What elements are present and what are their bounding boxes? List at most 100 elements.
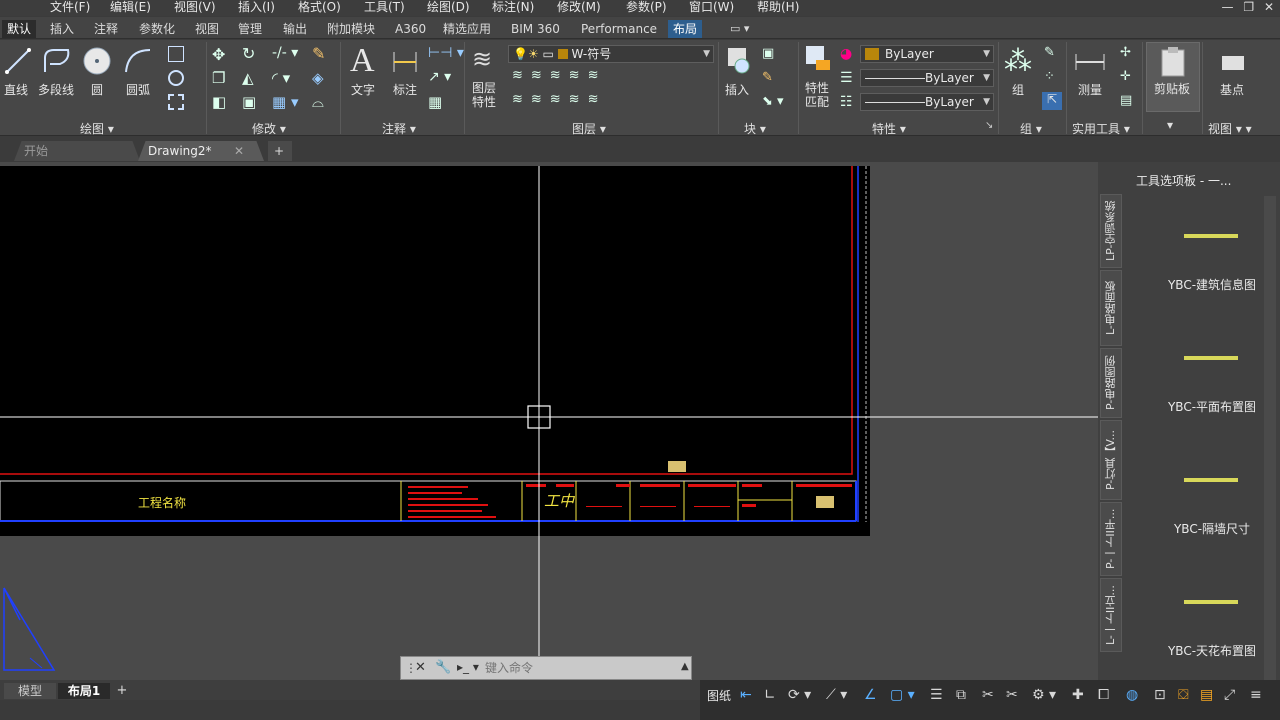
customization-menu-icon[interactable]: ≡: [1250, 687, 1262, 703]
menu-draw[interactable]: 绘图(D): [427, 0, 470, 14]
new-tab-button[interactable]: +: [268, 141, 292, 161]
group-edit-icon[interactable]: ⁘: [1044, 69, 1055, 84]
paper-space-toggle[interactable]: 图纸: [707, 687, 731, 704]
stretch-icon[interactable]: ◧: [212, 93, 226, 111]
workspace-toggle-icon[interactable]: ▭ ▾: [730, 20, 749, 38]
lineweight-dropdown[interactable]: ByLayer ▼: [860, 93, 994, 111]
minimize-icon[interactable]: —: [1222, 0, 1234, 14]
menu-window[interactable]: 窗口(W): [689, 0, 734, 14]
block-attributes-icon[interactable]: ⬊ ▾: [762, 94, 784, 109]
ungroup-icon[interactable]: ✎: [1044, 45, 1055, 60]
tab-performance[interactable]: Performance: [581, 20, 657, 38]
measure-button[interactable]: 测量: [1078, 81, 1102, 98]
menu-help[interactable]: 帮助(H): [757, 0, 799, 14]
move-icon[interactable]: ✥: [212, 45, 225, 64]
close-command-icon[interactable]: ✕: [415, 660, 426, 675]
tab-addins[interactable]: 附加模块: [327, 20, 375, 38]
match-properties-button[interactable]: 特性 匹配: [805, 81, 829, 109]
annotation-scale-icon[interactable]: ✂: [982, 687, 994, 703]
palette-thumb-building-info[interactable]: [1184, 234, 1238, 238]
circle-icon[interactable]: [82, 46, 112, 76]
arc-icon[interactable]: [122, 46, 154, 76]
tab-default[interactable]: 默认: [2, 20, 37, 38]
tab-parametric[interactable]: 参数化: [139, 20, 175, 38]
palette-item-building-info[interactable]: YBC-建筑信息图: [1154, 278, 1270, 292]
restore-icon[interactable]: ❐: [1243, 0, 1254, 14]
object-snap-tracking-icon[interactable]: ∠: [864, 687, 877, 703]
layers-panel-title[interactable]: 图层 ▾: [572, 120, 606, 137]
trim-icon[interactable]: -/- ▾: [272, 45, 298, 61]
customize-icon[interactable]: 🔧: [435, 660, 451, 675]
ortho-icon[interactable]: ∟: [764, 687, 776, 703]
linetype-icon[interactable]: ☷: [840, 94, 853, 110]
menu-format[interactable]: 格式(O): [298, 0, 341, 14]
palette-scrollbar[interactable]: [1264, 196, 1276, 680]
fullscreen-icon[interactable]: ⤢: [1224, 687, 1235, 703]
tab-annotate[interactable]: 注释: [94, 20, 118, 38]
menu-view[interactable]: 视图(V): [174, 0, 216, 14]
tab-layout1[interactable]: 布局1: [58, 683, 110, 699]
dimension-button[interactable]: 标注: [393, 81, 417, 98]
tab-bim360[interactable]: BIM 360: [511, 20, 560, 38]
base-view-icon[interactable]: [1218, 50, 1248, 74]
array-icon[interactable]: ▦ ▾: [272, 93, 298, 111]
block-panel-title[interactable]: 块 ▾: [744, 120, 766, 137]
linetype-dropdown[interactable]: ByLayer ▼: [860, 69, 994, 87]
fillet-icon[interactable]: ◜ ▾: [272, 69, 290, 87]
snap-grid-icon[interactable]: ⇤: [740, 687, 752, 703]
menu-file[interactable]: 文件(F): [50, 0, 90, 14]
clipboard-icon[interactable]: [1158, 46, 1188, 78]
palette-tab-lamps[interactable]: P-灯具【V...: [1100, 420, 1122, 500]
palette-tab-plan[interactable]: P-一卜II平...: [1100, 502, 1122, 576]
hatch-icon[interactable]: [168, 70, 184, 86]
lineweight-icon[interactable]: ☰: [840, 70, 853, 86]
utilities-panel-title[interactable]: 实用工具 ▾: [1072, 120, 1130, 137]
new-layout-button[interactable]: +: [114, 683, 130, 699]
palette-tab-elevation[interactable]: L-一卜II立...: [1100, 578, 1122, 652]
calculator-icon[interactable]: ▤: [1120, 93, 1132, 108]
object-snap-icon[interactable]: ▢ ▾: [890, 687, 915, 703]
rectangle-icon[interactable]: [168, 46, 184, 62]
draw-panel-title[interactable]: 绘图 ▾: [80, 120, 114, 137]
color-dropdown[interactable]: ByLayer ▼: [860, 45, 994, 63]
workspace-gear-icon[interactable]: ⚙ ▾: [1032, 687, 1056, 703]
table-icon[interactable]: ▦: [428, 93, 442, 111]
command-history-icon[interactable]: ▲: [681, 661, 689, 672]
clean-screen-folder-icon[interactable]: ▤: [1200, 687, 1213, 703]
leader-icon[interactable]: ↗ ▾: [428, 69, 451, 85]
match-properties-icon[interactable]: [804, 44, 832, 76]
dimension-icon[interactable]: [390, 48, 420, 76]
text-icon[interactable]: A: [350, 42, 375, 80]
menu-dimension[interactable]: 标注(N): [492, 0, 534, 14]
circle-button[interactable]: 圆: [91, 81, 103, 98]
tab-model[interactable]: 模型: [4, 683, 56, 699]
tab-featured-apps[interactable]: 精选应用: [443, 20, 491, 38]
isolate-objects-icon[interactable]: ◍: [1126, 687, 1138, 703]
group-select-icon[interactable]: ⇱: [1042, 92, 1062, 110]
layer-tools-row1-icon[interactable]: ≋≋≋≋≋: [512, 68, 606, 83]
command-input[interactable]: [485, 659, 665, 677]
menu-edit[interactable]: 编辑(E): [110, 0, 151, 14]
insert-block-icon[interactable]: [724, 44, 752, 76]
line-icon[interactable]: [4, 46, 32, 76]
boundary-icon[interactable]: [168, 94, 184, 110]
polyline-button[interactable]: 多段线: [38, 81, 74, 98]
properties-panel-title[interactable]: 特性 ▾: [872, 120, 906, 137]
tab-output[interactable]: 输出: [283, 20, 307, 38]
graphics-performance-icon[interactable]: ⊡: [1154, 687, 1166, 703]
copy-icon[interactable]: ❐: [212, 69, 225, 87]
create-block-icon[interactable]: ▣: [762, 46, 774, 61]
layer-dropdown[interactable]: 💡☀ ▭ W-符号 ▼: [508, 45, 714, 63]
tab-a360[interactable]: A360: [395, 20, 426, 38]
tab-layout[interactable]: 布局: [668, 20, 703, 38]
menu-parametric[interactable]: 参数(P): [626, 0, 667, 14]
hardware-accel-icon[interactable]: ⛋: [1178, 687, 1189, 703]
palette-tab-circuit-legend[interactable]: P-电路图例: [1100, 348, 1122, 418]
palette-tab-circuit-panel[interactable]: L-电路面板: [1100, 270, 1122, 346]
rotate-icon[interactable]: ↻: [242, 44, 255, 63]
measure-icon[interactable]: [1074, 50, 1106, 74]
menu-modify[interactable]: 修改(M): [557, 0, 601, 14]
point-icon[interactable]: ✛: [1120, 69, 1131, 84]
clipboard-expand-icon[interactable]: ▾: [1167, 118, 1173, 132]
layer-tools-row2-icon[interactable]: ≋≋≋≋≋: [512, 92, 606, 107]
